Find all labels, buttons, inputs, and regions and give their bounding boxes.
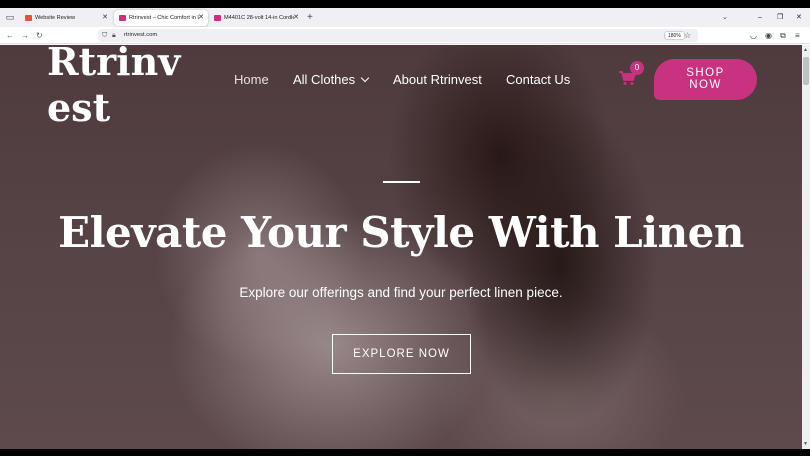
back-icon[interactable]: ← (6, 30, 14, 41)
nav-about[interactable]: About Rtrinvest (393, 72, 482, 88)
url-text[interactable]: rtrinvest.com (124, 29, 157, 42)
scroll-up-arrow-icon[interactable]: ▲ (803, 47, 808, 53)
extensions-icon[interactable]: ⧉ (780, 30, 786, 41)
nav-all-clothes-label: All Clothes (293, 72, 356, 87)
scroll-down-arrow-icon[interactable]: ▼ (803, 441, 808, 447)
explore-now-button[interactable]: EXPLORE NOW (332, 334, 471, 374)
chevron-down-icon (360, 73, 370, 83)
list-all-tabs-icon[interactable]: ⌄ (722, 10, 728, 26)
url-bar[interactable]: ⛉ 🔒︎ rtrinvest.com 180% ☆ (98, 29, 698, 42)
window-close-icon[interactable]: ✕ (796, 10, 802, 26)
page-scrollbar[interactable]: ▲ ▼ (802, 45, 810, 449)
favicon-icon (25, 15, 32, 21)
tab-website-review[interactable]: Website Review ✕ (20, 10, 112, 26)
page-viewport: Rtrinv est Home All Clothes About Rtrinv… (0, 45, 802, 449)
navigation-toolbar: ← → ↻ ⛉ 🔒︎ rtrinvest.com 180% ☆ ◡ ◉ ⧉ ≡ (0, 27, 810, 44)
tab-strip: ▭ Website Review ✕ Rtrinvest – Chic Comf… (0, 8, 810, 27)
new-tab-button[interactable]: + (307, 10, 313, 26)
hero-divider (383, 181, 420, 183)
lock-icon[interactable]: 🔒︎ (112, 30, 116, 41)
tab-overview-icon[interactable]: ▭ (4, 12, 16, 23)
scrollbar-thumb[interactable] (803, 57, 809, 85)
browser-window: ▭ Website Review ✕ Rtrinvest – Chic Comf… (0, 8, 810, 449)
restore-icon[interactable]: ❐ (777, 10, 783, 26)
hero-title: Elevate Your Style With Linen (58, 208, 744, 257)
favicon-icon (119, 15, 126, 21)
account-icon[interactable]: ◉ (765, 30, 772, 41)
close-tab-icon[interactable]: ✕ (198, 10, 204, 26)
site-logo[interactable]: Rtrinv est (47, 45, 207, 131)
menu-icon[interactable]: ≡ (795, 30, 800, 41)
cart-count-badge: 0 (630, 61, 644, 75)
bookmark-star-icon[interactable]: ☆ (684, 30, 691, 41)
tab-m4401c[interactable]: M4401C 28-volt 14-in Cordless ✕ (209, 10, 303, 26)
nav-contact[interactable]: Contact Us (506, 72, 570, 88)
shop-now-button[interactable]: SHOP NOW (654, 59, 757, 100)
minimize-icon[interactable]: – (758, 10, 762, 26)
tab-rtrinvest[interactable]: Rtrinvest – Chic Comfort in Linen ✕ (114, 10, 208, 26)
nav-home[interactable]: Home (234, 72, 269, 88)
hero-subtitle: Explore our offerings and find your perf… (239, 285, 563, 300)
reload-icon[interactable]: ↻ (36, 30, 43, 41)
close-tab-icon[interactable]: ✕ (293, 10, 299, 26)
close-tab-icon[interactable]: ✕ (102, 10, 108, 26)
nav-all-clothes[interactable]: All Clothes (293, 72, 370, 88)
favicon-icon (214, 15, 221, 21)
zoom-level[interactable]: 180% (664, 31, 685, 40)
pocket-icon[interactable]: ◡ (750, 30, 757, 41)
shield-icon[interactable]: ⛉ (102, 30, 107, 41)
forward-icon[interactable]: → (21, 30, 29, 41)
